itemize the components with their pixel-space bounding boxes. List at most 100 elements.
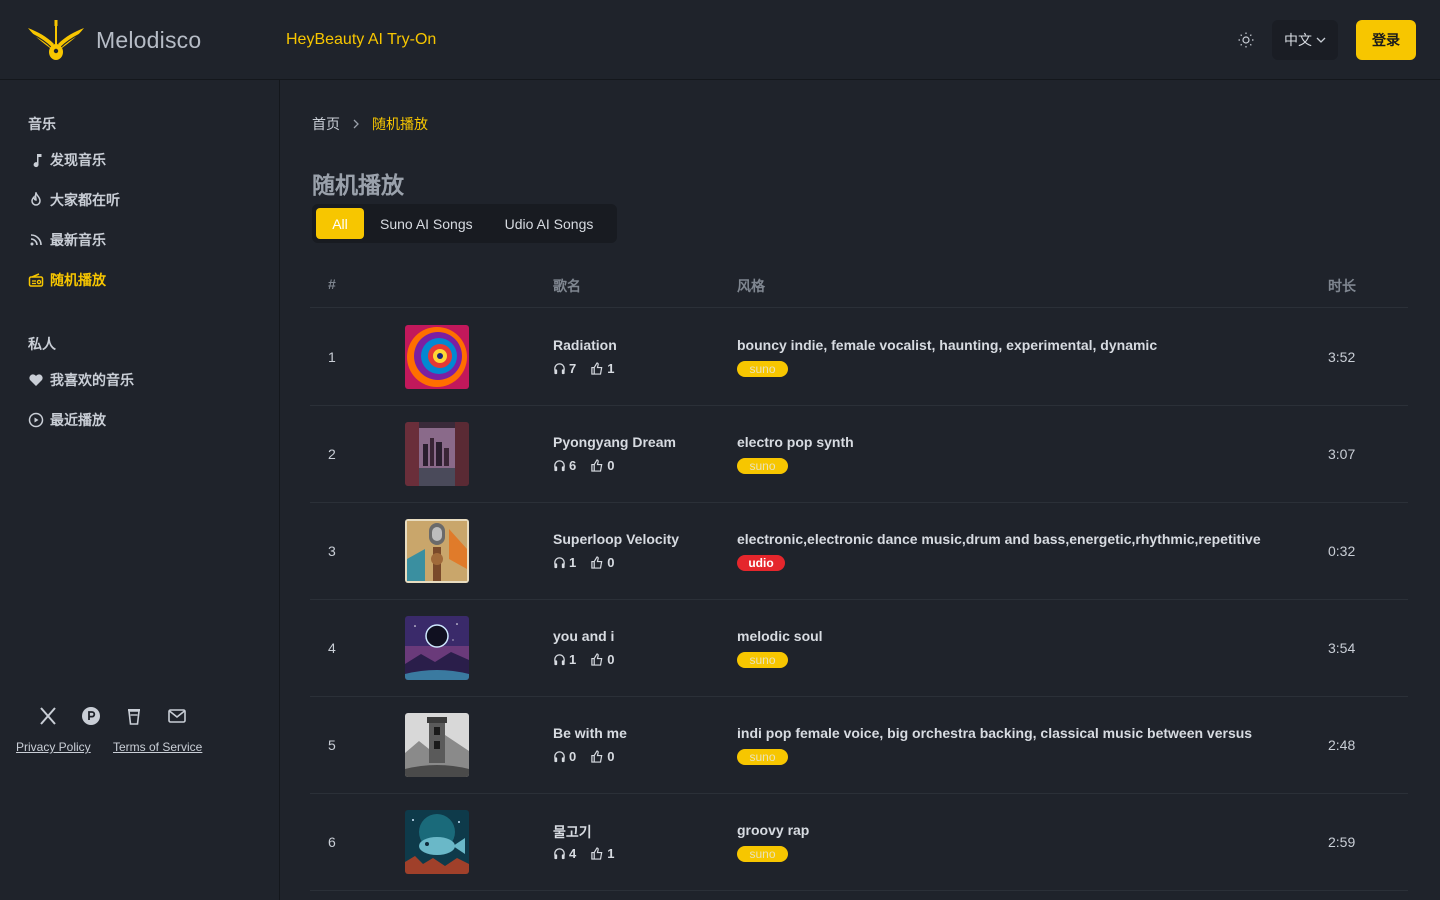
song-style: groovy rap: [737, 822, 810, 838]
thumbs-up-icon[interactable]: [590, 362, 604, 375]
song-style: indi pop female voice, big orchestra bac…: [737, 725, 1253, 741]
play-count: 4: [569, 846, 577, 861]
song-duration: 0:32: [1328, 543, 1356, 559]
play-circle-icon: [28, 412, 44, 428]
play-count: 1: [569, 652, 577, 667]
like-count: 0: [607, 749, 615, 764]
buymeacoffee-icon[interactable]: [122, 704, 146, 728]
song-stats: 1 0: [553, 555, 614, 570]
sidebar-item-discover[interactable]: 发现音乐: [28, 148, 106, 172]
breadcrumb-current: 随机播放: [372, 116, 428, 132]
thumbs-up-icon[interactable]: [590, 750, 604, 763]
row-number: 5: [328, 737, 336, 753]
language-select[interactable]: 中文: [1272, 20, 1338, 60]
sidebar-item-label: 发现音乐: [50, 152, 106, 168]
song-cover[interactable]: [405, 519, 469, 583]
song-duration: 3:07: [1328, 446, 1356, 462]
row-number: 6: [328, 834, 336, 850]
song-cover[interactable]: [405, 713, 469, 777]
table-row[interactable]: 6 물고기 4 1 groovy rap suno 2:59: [310, 794, 1408, 891]
song-style: bouncy indie, female vocalist, haunting,…: [737, 337, 1158, 353]
row-number: 4: [328, 640, 336, 656]
chevron-right-icon: [353, 119, 359, 129]
login-button[interactable]: 登录: [1356, 20, 1416, 60]
song-duration: 3:54: [1328, 640, 1356, 656]
song-name[interactable]: Be with me: [553, 725, 627, 741]
play-count: 6: [569, 458, 577, 473]
sidebar-section-music: 音乐: [28, 116, 56, 132]
like-count: 0: [607, 458, 615, 473]
melodisco-logo-icon[interactable]: [26, 18, 86, 62]
song-cover[interactable]: [405, 810, 469, 874]
source-badge: suno: [737, 749, 788, 765]
tab-suno[interactable]: Suno AI Songs: [364, 208, 489, 239]
song-cover[interactable]: [405, 325, 469, 389]
sidebar-item-recent[interactable]: 最近播放: [28, 408, 106, 432]
sidebar-item-favorites[interactable]: 我喜欢的音乐: [28, 368, 134, 392]
top-header: Melodisco HeyBeauty AI Try-On 中文 登录: [0, 0, 1440, 80]
song-name[interactable]: Radiation: [553, 337, 617, 353]
thumbs-up-icon[interactable]: [590, 653, 604, 666]
thumbs-up-icon[interactable]: [590, 459, 604, 472]
column-duration: 时长: [1328, 278, 1356, 294]
sidebar: 音乐 发现音乐 大家都在听 最新音乐 随机播放 私人 我喜欢的音乐 最近播放 P…: [0, 80, 280, 900]
column-name: 歌名: [553, 278, 581, 294]
sidebar-item-random[interactable]: 随机播放: [28, 268, 106, 292]
breadcrumb-home[interactable]: 首页: [312, 114, 340, 134]
brand-name[interactable]: Melodisco: [96, 27, 201, 54]
table-row[interactable]: 1 Radiation 7 1 bouncy indie, female voc…: [310, 309, 1408, 406]
table-row[interactable]: 3 Superloop Velocity 1 0 electronic,elec…: [310, 503, 1408, 600]
table-row[interactable]: 4 you and i 1 0 melodic soul suno 3:54: [310, 600, 1408, 697]
song-stats: 0 0: [553, 749, 614, 764]
mail-icon[interactable]: [165, 704, 189, 728]
like-count: 1: [607, 361, 615, 376]
song-cover[interactable]: [405, 616, 469, 680]
song-name[interactable]: you and i: [553, 628, 614, 644]
thumbs-up-icon[interactable]: [590, 556, 604, 569]
like-count: 1: [607, 846, 615, 861]
song-style: electronic,electronic dance music,drum a…: [737, 531, 1261, 547]
song-duration: 2:48: [1328, 737, 1356, 753]
page-title: 随机播放: [312, 172, 404, 198]
chevron-down-icon: [1316, 37, 1326, 43]
table-row[interactable]: 2 Pyongyang Dream 6 0 electro pop synth …: [310, 406, 1408, 503]
tab-udio[interactable]: Udio AI Songs: [489, 208, 610, 239]
row-number: 2: [328, 446, 336, 462]
terms-of-service-link[interactable]: Terms of Service: [113, 740, 202, 754]
song-stats: 4 1: [553, 846, 614, 861]
song-name[interactable]: Pyongyang Dream: [553, 434, 676, 450]
thumbs-up-icon[interactable]: [590, 847, 604, 860]
sidebar-item-latest[interactable]: 最新音乐: [28, 228, 106, 252]
sidebar-item-trending[interactable]: 大家都在听: [28, 188, 120, 212]
sidebar-item-label: 最近播放: [50, 412, 106, 428]
promo-link[interactable]: HeyBeauty AI Try-On: [286, 31, 436, 49]
song-cover[interactable]: [405, 422, 469, 486]
column-num: #: [328, 276, 336, 292]
song-style: electro pop synth: [737, 434, 854, 450]
headphones-icon: [554, 363, 565, 375]
headphones-icon: [554, 751, 565, 763]
x-icon[interactable]: [36, 704, 60, 728]
row-number: 3: [328, 543, 336, 559]
like-count: 0: [607, 555, 615, 570]
headphones-icon: [554, 848, 565, 860]
heart-icon: [29, 374, 43, 386]
fire-icon: [31, 192, 41, 206]
theme-toggle-button[interactable]: [1232, 26, 1260, 54]
music-note-icon: [33, 154, 42, 168]
source-badge: suno: [737, 361, 788, 377]
play-count: 0: [569, 749, 577, 764]
tab-all[interactable]: All: [316, 208, 364, 239]
play-count: 1: [569, 555, 577, 570]
producthunt-icon[interactable]: [79, 704, 103, 728]
table-row[interactable]: 5 Be with me 0 0 indi pop female voice, …: [310, 697, 1408, 794]
sidebar-section-private: 私人: [28, 336, 56, 352]
row-number: 1: [328, 349, 336, 365]
song-name[interactable]: 물고기: [553, 822, 592, 842]
song-name[interactable]: Superloop Velocity: [553, 531, 679, 547]
headphones-icon: [554, 557, 565, 569]
rss-icon: [30, 234, 42, 246]
privacy-policy-link[interactable]: Privacy Policy: [16, 740, 91, 754]
like-count: 0: [607, 652, 615, 667]
column-style: 风格: [737, 278, 765, 294]
